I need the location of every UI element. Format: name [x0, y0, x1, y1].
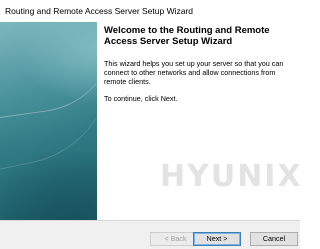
button-bar: < Back Next > Cancel [0, 220, 300, 249]
wizard-banner-image [0, 22, 97, 220]
wizard-instruction: To continue, click Next. [104, 94, 178, 103]
window-title: Routing and Remote Access Server Setup W… [0, 0, 300, 22]
banner-decoration [0, 24, 97, 180]
wizard-window: Routing and Remote Access Server Setup W… [0, 0, 303, 249]
wizard-heading: Welcome to the Routing and Remote Access… [104, 25, 270, 47]
next-button[interactable]: Next > [193, 232, 241, 246]
watermark-logo: HYUNIX [160, 159, 303, 194]
wizard-description: This wizard helps you set up your server… [104, 59, 284, 86]
wizard-content: Welcome to the Routing and Remote Access… [104, 25, 294, 103]
cancel-button[interactable]: Cancel [250, 232, 298, 246]
